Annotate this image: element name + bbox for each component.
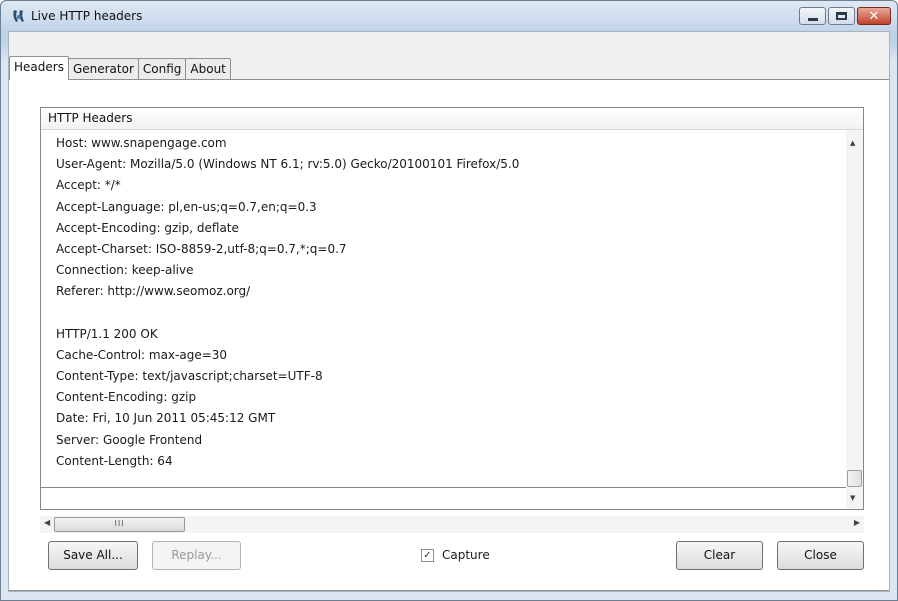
http-headers-list[interactable]: HTTP Headers Host: www.snapengage.com Us… (40, 107, 864, 510)
header-line[interactable]: HTTP/1.1 200 OK (56, 324, 836, 345)
http-headers-column-header[interactable]: HTTP Headers (41, 108, 863, 130)
horizontal-scroll-thumb[interactable]: III (54, 517, 185, 532)
header-line[interactable]: Referer: http://www.seomoz.org/ (56, 281, 836, 302)
header-line[interactable] (56, 303, 836, 324)
close-window-button[interactable]: ✕ (857, 7, 891, 25)
capture-checkbox[interactable]: ✓ (421, 548, 434, 562)
scroll-left-arrow-icon[interactable]: ◀ (44, 518, 50, 527)
header-line[interactable]: User-Agent: Mozilla/5.0 (Windows NT 6.1;… (56, 154, 836, 175)
capture-checkbox-group[interactable]: ✓ Capture (421, 548, 490, 562)
header-line[interactable]: Accept-Charset: ISO-8859-2,utf-8;q=0.7,*… (56, 239, 836, 260)
header-line[interactable]: Connection: keep-alive (56, 260, 836, 281)
close-icon: ✕ (868, 8, 880, 24)
vertical-scroll-thumb[interactable] (847, 470, 862, 487)
header-line[interactable]: Content-Encoding: gzip (56, 387, 836, 408)
scroll-right-arrow-icon[interactable]: ▶ (854, 518, 860, 527)
tab-config[interactable]: Config (137, 58, 187, 80)
list-empty-row[interactable] (41, 487, 846, 509)
scroll-up-arrow-icon[interactable]: ▲ (850, 139, 855, 147)
window-title: Live HTTP headers (31, 9, 143, 23)
maximize-button[interactable] (828, 7, 855, 25)
header-line[interactable]: Content-Length: 64 (56, 451, 836, 472)
close-button[interactable]: Close (777, 541, 864, 570)
tab-strip: Headers Generator Config About (9, 56, 231, 80)
tab-generator[interactable]: Generator (67, 58, 139, 80)
minimize-button[interactable] (799, 7, 826, 25)
live-http-headers-icon (11, 8, 27, 24)
header-lines: Host: www.snapengage.com User-Agent: Moz… (56, 133, 836, 472)
header-line[interactable]: Date: Fri, 10 Jun 2011 05:45:12 GMT (56, 408, 836, 429)
header-line[interactable]: Cache-Control: max-age=30 (56, 345, 836, 366)
header-line[interactable]: Host: www.snapengage.com (56, 133, 836, 154)
header-line[interactable]: Content-Type: text/javascript;charset=UT… (56, 366, 836, 387)
save-all-button[interactable]: Save All... (48, 541, 138, 570)
capture-label[interactable]: Capture (442, 548, 490, 562)
header-line[interactable]: Accept-Language: pl,en-us;q=0.7,en;q=0.3 (56, 197, 836, 218)
header-line[interactable]: Accept: */* (56, 175, 836, 196)
header-line[interactable]: Accept-Encoding: gzip, deflate (56, 218, 836, 239)
tab-about[interactable]: About (185, 58, 231, 80)
header-line[interactable]: Server: Google Frontend (56, 430, 836, 451)
replay-button[interactable]: Replay... (152, 541, 241, 570)
app-window: Live HTTP headers ✕ Headers Generator Co… (0, 0, 898, 601)
checkmark-icon: ✓ (423, 549, 432, 561)
vertical-scrollbar[interactable]: ▲ (846, 130, 863, 488)
tab-headers[interactable]: Headers (9, 56, 69, 80)
maximize-icon (836, 12, 847, 20)
scroll-down-arrow-icon[interactable]: ▼ (850, 494, 855, 502)
minimize-icon (807, 17, 818, 21)
clear-button[interactable]: Clear (676, 541, 763, 570)
vertical-scrollbar-bottom[interactable]: ▼ (846, 487, 863, 509)
horizontal-scrollbar[interactable]: ◀ III ▶ (40, 516, 864, 533)
title-bar[interactable]: Live HTTP headers ✕ (1, 1, 897, 31)
